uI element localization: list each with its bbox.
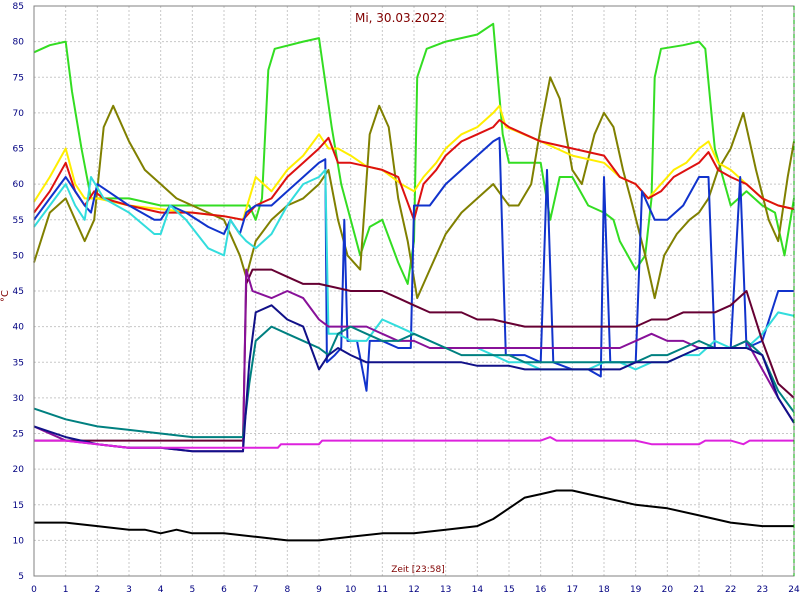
x-tick-label: 21	[693, 585, 704, 595]
y-tick-label: 25	[13, 430, 24, 440]
x-tick-label: 0	[31, 585, 37, 595]
x-tick-label: 18	[598, 585, 610, 595]
x-tick-label: 24	[788, 585, 800, 595]
x-tick-label: 16	[535, 585, 547, 595]
x-tick-label: 20	[662, 585, 674, 595]
x-tick-label: 17	[567, 585, 578, 595]
y-tick-label: 5	[18, 572, 24, 582]
x-tick-label: 12	[408, 585, 419, 595]
y-tick-label: 30	[13, 394, 25, 404]
y-tick-label: 60	[13, 180, 25, 190]
y-tick-label: 20	[13, 465, 25, 475]
y-tick-label: 50	[13, 251, 25, 261]
y-tick-label: 45	[13, 287, 24, 297]
y-tick-label: 80	[13, 38, 25, 48]
y-tick-label: 55	[13, 216, 24, 226]
y-tick-label: 65	[13, 145, 24, 155]
x-tick-label: 5	[189, 585, 195, 595]
y-tick-label: 70	[13, 109, 25, 119]
y-tick-label: 10	[13, 536, 25, 546]
x-tick-label: 22	[725, 585, 736, 595]
x-tick-label: 10	[345, 585, 357, 595]
x-tick-label: 13	[440, 585, 451, 595]
x-axis-label: Zeit [23:58]	[391, 565, 445, 575]
x-tick-label: 6	[221, 585, 227, 595]
x-tick-label: 11	[377, 585, 388, 595]
y-axis-label: °C	[0, 290, 11, 302]
y-tick-label: 40	[13, 323, 25, 333]
x-tick-label: 4	[158, 585, 164, 595]
x-tick-label: 9	[316, 585, 322, 595]
y-tick-label: 85	[13, 2, 24, 12]
x-tick-label: 1	[63, 585, 69, 595]
x-tick-label: 14	[472, 585, 484, 595]
x-tick-label: 8	[284, 585, 290, 595]
y-tick-label: 35	[13, 358, 24, 368]
temperature-chart: 0 1 2 3 4 5 6 7 8 9 10 11 12 13 14 15 16 17 18 19 20 21 22 23 24…	[0, 0, 800, 600]
x-tick-label: 15	[503, 585, 514, 595]
chart-title: Mi, 30.03.2022	[355, 11, 445, 25]
x-tick-label: 19	[630, 585, 642, 595]
x-tick-label: 7	[253, 585, 259, 595]
x-tick-label: 2	[94, 585, 100, 595]
y-tick-label: 75	[13, 73, 24, 83]
y-tick-label: 15	[13, 501, 24, 511]
x-tick-label: 3	[126, 585, 132, 595]
x-tick-label: 23	[757, 585, 768, 595]
